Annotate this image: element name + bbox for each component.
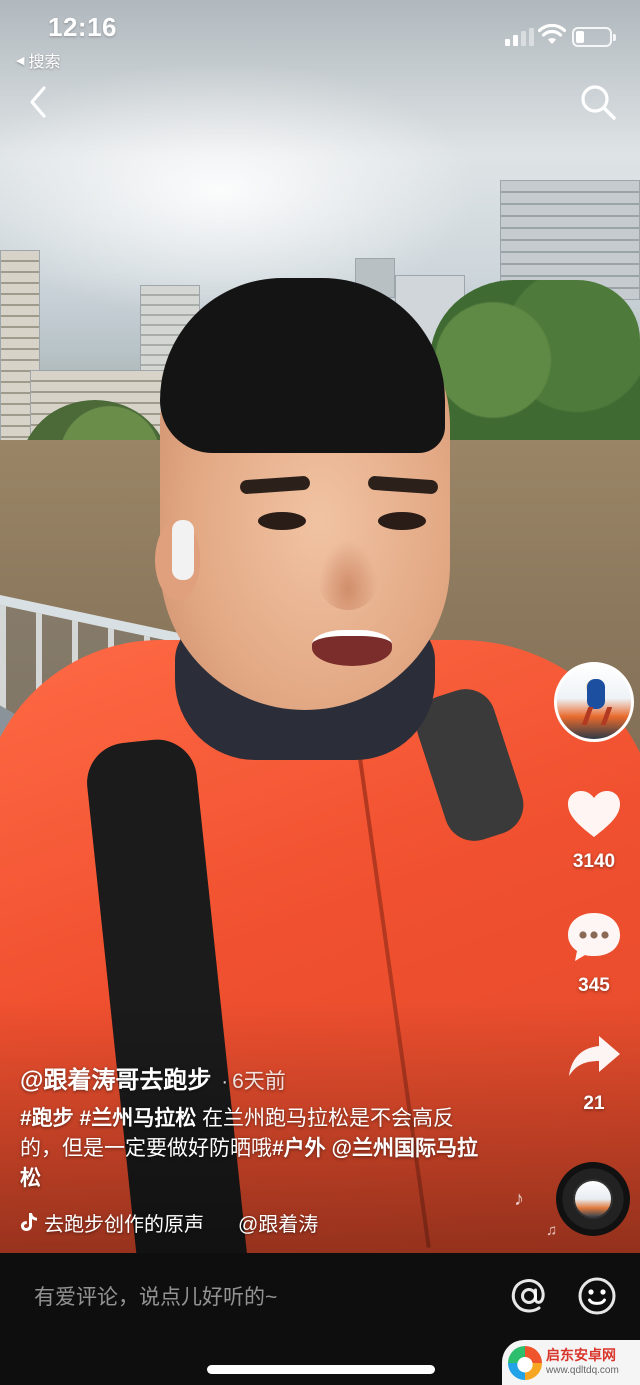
battery-level (576, 31, 584, 43)
music-credit: @跟着涛 (238, 1213, 319, 1236)
music-note-icon: ♫ (546, 1222, 558, 1239)
avatar-runner (587, 679, 605, 709)
watermark-name: 启东安卓网 (546, 1346, 616, 1363)
music-disc-button[interactable] (556, 1162, 630, 1236)
tiktok-note-icon (21, 1213, 37, 1231)
video-caption: #跑步 #兰州马拉松 在兰州跑马拉松是不会高反的，但是一定要做好防晒哦#户外 @… (20, 1104, 490, 1194)
comment-bubble-icon (568, 913, 620, 961)
status-time: 12:16 (48, 12, 117, 42)
avatar-runner-legs (581, 707, 613, 725)
back-app-label: 搜索 (28, 54, 61, 71)
post-time: 6天前 (232, 1070, 286, 1093)
watermark-text: 启东安卓网 www.qdltdq.com (546, 1346, 619, 1378)
back-to-app-link[interactable]: ◀ 搜索 (16, 48, 60, 72)
like-count: 3140 (572, 851, 616, 872)
site-watermark: 启东安卓网 www.qdltdq.com (502, 1340, 640, 1385)
author-avatar[interactable] (554, 662, 634, 742)
share-arrow-icon (569, 1036, 620, 1076)
like-button[interactable]: 3140 (556, 788, 632, 873)
share-count: 21 (583, 1093, 605, 1114)
at-sign-icon[interactable] (508, 1275, 550, 1317)
video-person-mouth (312, 630, 392, 666)
home-indicator[interactable] (207, 1365, 435, 1374)
watermark-logo-icon (508, 1345, 542, 1380)
share-button[interactable]: 21 (556, 1032, 632, 1115)
music-title: 去跑步创作的原声 (44, 1213, 204, 1236)
author-name-link[interactable]: @跟着涛哥去跑步 (20, 1067, 211, 1094)
comment-count: 345 (578, 975, 610, 996)
hashtag-link[interactable]: #跑步 (20, 1107, 74, 1130)
back-triangle-icon: ◀ (16, 54, 25, 67)
heart-icon (568, 791, 620, 837)
wifi-icon (538, 24, 566, 44)
cellular-signal-icon (505, 28, 534, 46)
music-info-link[interactable]: 去跑步创作的原声 @跟着涛 (20, 1208, 338, 1236)
video-person-eye (258, 512, 306, 530)
comment-input[interactable]: 有爱评论，说点儿好听的~ (34, 1281, 277, 1311)
battery-icon (572, 27, 616, 47)
meta-separator: · (221, 1071, 229, 1093)
video-person-nose (318, 540, 378, 610)
music-disc-cover (573, 1179, 613, 1219)
video-earphone (172, 520, 194, 580)
hashtag-link[interactable]: #兰州马拉松 (80, 1107, 197, 1130)
watermark-url: www.qdltdq.com (546, 1364, 619, 1376)
chevron-left-icon[interactable] (22, 82, 58, 122)
search-icon[interactable] (578, 82, 618, 122)
hashtag-link[interactable]: #户外 (272, 1137, 326, 1160)
comment-button[interactable]: 345 (556, 910, 632, 997)
video-person-eye (378, 512, 426, 530)
author-line: @跟着涛哥去跑步 · 6天前 (20, 1060, 286, 1095)
music-note-icon: ♪ (514, 1188, 524, 1210)
smiley-icon[interactable] (576, 1275, 618, 1317)
